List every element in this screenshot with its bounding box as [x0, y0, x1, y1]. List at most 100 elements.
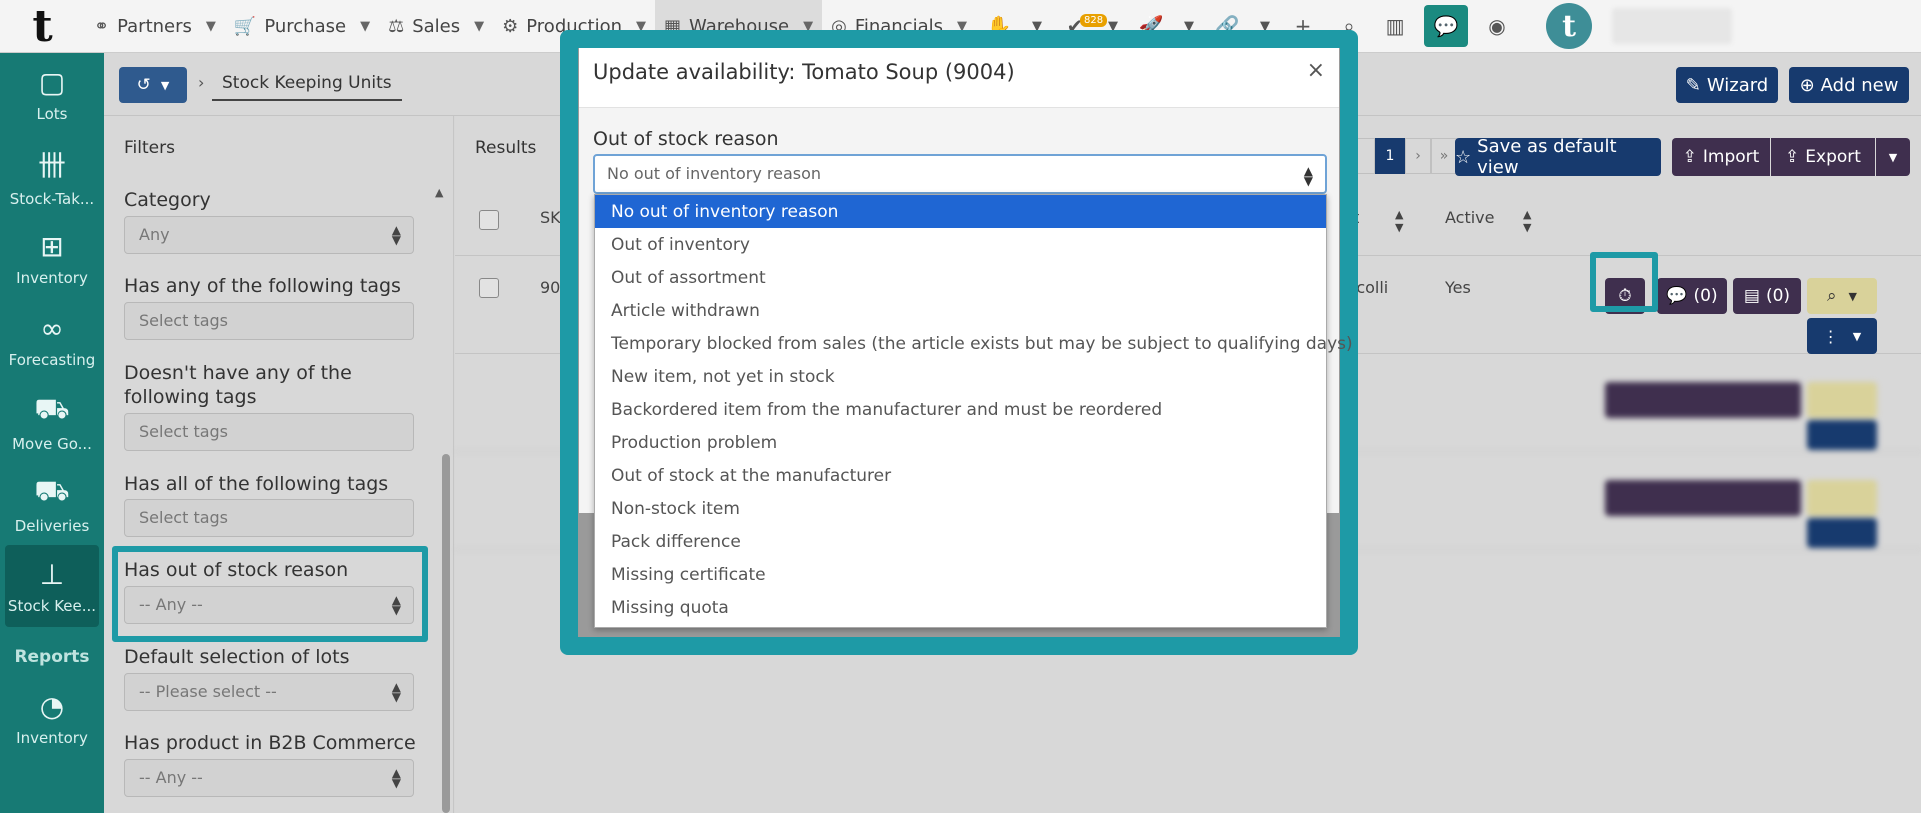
truck-icon: ⛟	[34, 473, 70, 507]
filter-any-tags-input[interactable]: Select tags	[124, 302, 414, 340]
sidebar-item-inventory[interactable]: ⊞ Inventory	[0, 217, 104, 299]
column-active[interactable]: Active	[1445, 208, 1495, 227]
comments-button[interactable]: 💬 (0)	[1657, 278, 1727, 314]
filter-b2b-select[interactable]: -- Any -- ▲ ▼	[124, 759, 414, 797]
select-arrows-icon: ▲ ▼	[391, 680, 401, 704]
add-new-button[interactable]: ⊕ Add new	[1789, 67, 1909, 103]
filter-category-select[interactable]: Any ▲ ▼	[124, 216, 414, 254]
search-icon: ⌕	[1827, 286, 1837, 306]
pager-next[interactable]: ›	[1405, 138, 1431, 174]
nav-partners[interactable]: ⚭ Partners ▼	[85, 0, 225, 53]
export-button[interactable]: ⇪ Export	[1771, 138, 1875, 176]
plus-circle-icon: ⊕	[1799, 74, 1815, 96]
filter-exclude-tags-input[interactable]: Select tags	[124, 413, 414, 451]
sidebar-item-reports-inventory[interactable]: ◔ Inventory	[0, 677, 104, 759]
out-of-stock-reason-label: Out of stock reason	[593, 128, 779, 150]
user-menu[interactable]	[1612, 8, 1733, 44]
filter-category-label: Category	[124, 189, 211, 211]
select-arrows-icon: ▲ ▼	[1303, 164, 1313, 188]
reason-dropdown-list: No out of inventory reason Out of invent…	[594, 194, 1353, 628]
boxes-icon: ⊞	[40, 229, 64, 263]
row-active: Yes	[1445, 278, 1471, 297]
reason-option[interactable]: Article withdrawn	[595, 294, 1326, 327]
highlight-out-of-stock-filter	[112, 546, 428, 642]
reason-option[interactable]: Out of inventory	[595, 228, 1326, 261]
reason-option[interactable]: New item, not yet in stock	[595, 360, 1326, 393]
select-all-checkbox[interactable]	[479, 210, 499, 230]
filter-default-lots-label: Default selection of lots	[124, 646, 350, 668]
row-checkbox[interactable]	[479, 278, 499, 298]
save-default-view-button[interactable]: ☆ Save as default view	[1455, 136, 1661, 178]
reason-option[interactable]: Out of stock at the manufacturer	[595, 459, 1326, 492]
row-action-blurred[interactable]	[1605, 382, 1801, 418]
sort-icon[interactable]: ▲ ▼	[1523, 208, 1531, 234]
pager-last[interactable]: »	[1431, 138, 1457, 174]
row-actions-blurred[interactable]	[1807, 420, 1877, 450]
history-button[interactable]: ↺ ▼	[119, 67, 187, 103]
reason-option[interactable]: Backordered item from the manufacturer a…	[595, 393, 1326, 426]
chat-icon[interactable]: 💬	[1424, 5, 1469, 47]
pagination: 1 › »	[1355, 138, 1457, 174]
box-icon: ▢	[38, 65, 66, 99]
scale-icon: ⚖	[388, 15, 405, 37]
filter-all-tags-input[interactable]: Select tags	[124, 499, 414, 537]
view-button-blurred[interactable]	[1807, 382, 1877, 418]
sidebar-item-stock-keeping-units[interactable]: ⊥ Stock Kee...	[5, 545, 99, 627]
sort-icon[interactable]: ▲ ▼	[1395, 208, 1403, 234]
reason-option[interactable]: No out of inventory reason	[595, 195, 1326, 228]
chevron-down-icon: ▼	[360, 18, 371, 34]
row-actions-button[interactable]: ⋮ ▼	[1807, 318, 1877, 354]
view-button[interactable]: ⌕ ▼	[1807, 278, 1877, 314]
caret-down-icon: ▼	[1852, 329, 1862, 343]
cart-icon: 🛒	[233, 15, 257, 37]
filters-title: Filters	[124, 138, 175, 158]
close-icon[interactable]: ×	[1307, 58, 1325, 83]
user-avatar[interactable]: t	[1546, 3, 1593, 49]
chevron-down-icon: ▼	[205, 18, 216, 34]
nav-purchase[interactable]: 🛒 Purchase ▼	[225, 0, 379, 53]
app-logo[interactable]: t	[0, 0, 85, 53]
sidebar-item-move-goods[interactable]: ⛟ Move Go...	[0, 381, 104, 463]
out-of-stock-reason-select[interactable]: No out of inventory reason ▲ ▼	[593, 154, 1327, 194]
filters-scrollbar[interactable]	[442, 454, 450, 813]
reason-option[interactable]: Out of assortment	[595, 261, 1326, 294]
sidebar: ▢ Lots 卌 Stock-Tak... ⊞ Inventory ∞ Forecast…	[0, 53, 104, 813]
caret-down-icon: ▼	[1848, 289, 1857, 303]
sidebar-item-stock-taking[interactable]: 卌 Stock-Tak...	[0, 135, 104, 217]
document-icon: ▤	[1743, 286, 1760, 306]
import-icon: ⇪	[1682, 147, 1697, 167]
view-button-blurred[interactable]	[1807, 480, 1877, 516]
reason-option[interactable]: Missing certificate	[595, 558, 1326, 591]
reason-option[interactable]: Pack difference	[595, 525, 1326, 558]
reason-option[interactable]: Production problem	[595, 426, 1326, 459]
documents-button[interactable]: ▤ (0)	[1733, 278, 1801, 314]
pager-page-1[interactable]: 1	[1375, 138, 1405, 174]
filter-b2b-label: Has product in B2B Commerce	[124, 732, 416, 754]
import-button[interactable]: ⇪ Import	[1672, 138, 1770, 176]
barcode-icon[interactable]: ▥	[1372, 0, 1418, 53]
pie-chart-icon: ◔	[39, 689, 65, 723]
highlight-availability-button	[1590, 252, 1658, 312]
sidebar-item-lots[interactable]: ▢ Lots	[0, 53, 104, 135]
breadcrumb-separator-icon: ›	[198, 73, 205, 92]
help-lifebuoy-icon[interactable]: ◉	[1474, 0, 1520, 53]
pager-prev-blank	[1355, 138, 1375, 174]
breadcrumb[interactable]: Stock Keeping Units	[212, 69, 402, 101]
history-icon: ↺	[136, 75, 151, 95]
sidebar-item-deliveries[interactable]: ⛟ Deliveries	[0, 463, 104, 545]
dolly-icon: ⛟	[34, 391, 70, 425]
row-action-blurred[interactable]	[1605, 480, 1801, 516]
reason-option[interactable]: Non-stock item	[595, 492, 1326, 525]
export-dropdown-button[interactable]: ▼	[1876, 138, 1910, 176]
caret-down-icon: ▼	[1888, 150, 1898, 164]
sidebar-item-forecasting[interactable]: ∞ Forecasting	[0, 299, 104, 381]
filter-default-lots-select[interactable]: -- Please select -- ▲ ▼	[124, 673, 414, 711]
reason-option[interactable]: Temporary blocked from sales (the articl…	[595, 327, 1353, 360]
scroll-up-arrow-icon[interactable]: ▲	[435, 186, 443, 199]
filter-exclude-tags-label: Doesn't have any of the following tags	[124, 362, 352, 408]
row-actions-blurred[interactable]	[1807, 518, 1877, 548]
reason-option[interactable]: Missing quota	[595, 591, 1326, 624]
nav-sales[interactable]: ⚖ Sales ▼	[379, 0, 493, 53]
select-arrows-icon: ▲ ▼	[391, 223, 401, 247]
wizard-button[interactable]: ✎ Wizard	[1676, 67, 1778, 103]
